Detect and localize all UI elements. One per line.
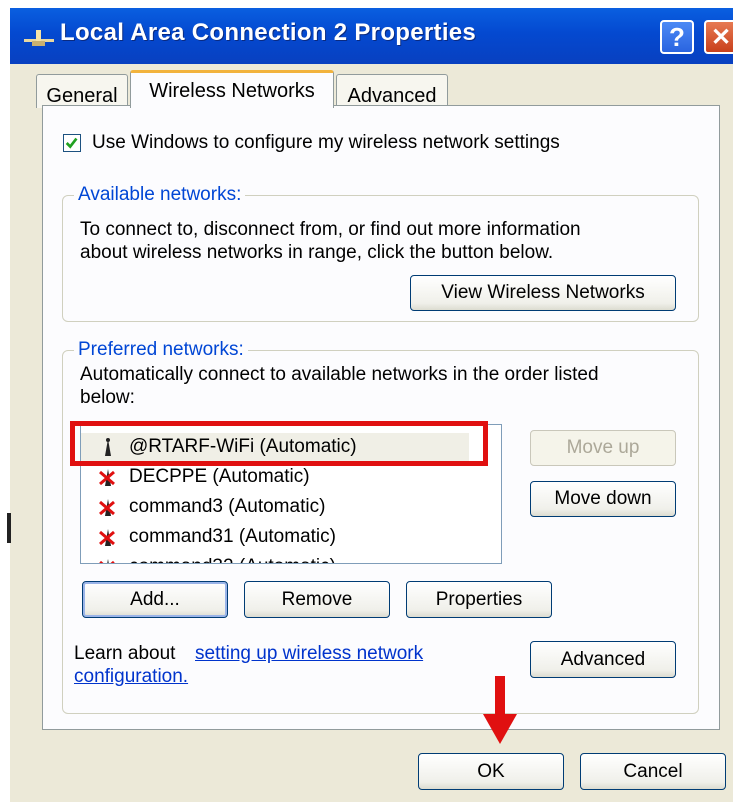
network-connection-icon [24,30,54,46]
use-windows-label[interactable]: Use Windows to configure my wireless net… [92,132,560,154]
wireless-network-unavailable-icon [97,526,119,548]
tab-wireless-networks-label: Wireless Networks [149,80,315,102]
network-name: command3 (Automatic) [129,496,326,517]
available-networks-text-1: To connect to, disconnect from, or find … [80,219,581,240]
use-windows-checkbox[interactable] [63,134,81,152]
move-down-button[interactable]: Move down [530,481,676,517]
learn-about-text: Learn about [74,643,176,664]
view-wireless-networks-button[interactable]: View Wireless Networks [410,275,676,311]
close-icon: ✕ [710,23,732,51]
wireless-network-unavailable-icon [97,496,119,518]
network-name: DECPPE (Automatic) [129,466,310,487]
annotation-arrow-icon [483,676,517,744]
tab-general[interactable]: General [36,74,128,108]
advanced-button[interactable]: Advanced [530,641,676,678]
tab-general-label: General [46,85,118,107]
wireless-setup-link[interactable]: setting up wireless network [195,643,423,665]
window-title: Local Area Connection 2 Properties [60,19,477,46]
list-item[interactable]: command31 (Automatic) [81,523,469,551]
remove-button[interactable]: Remove [244,581,390,618]
network-name: command31 (Automatic) [129,526,336,547]
list-item[interactable]: command3 (Automatic) [81,493,469,521]
help-button[interactable]: ? [660,20,694,54]
preferred-networks-text-2: below: [80,387,135,408]
properties-button[interactable]: Properties [406,581,552,618]
available-networks-legend: Available networks: [74,184,246,206]
wireless-setup-link-cont[interactable]: configuration. [74,666,188,688]
title-bar[interactable]: Local Area Connection 2 Properties ? ✕ [10,8,733,64]
checkmark-icon [65,137,78,149]
add-button[interactable]: Add... [82,581,228,618]
list-item[interactable]: DECPPE (Automatic) [81,463,469,491]
ok-button[interactable]: OK [418,753,564,790]
network-name: command32 (Automatic) [129,556,336,563]
wireless-network-unavailable-icon [97,556,119,563]
window-edge-mark [7,513,11,543]
highlight-annotation-box [70,421,488,466]
tab-advanced-label: Advanced [347,85,437,107]
preferred-networks-text-1: Automatically connect to available netwo… [80,364,599,385]
tab-advanced[interactable]: Advanced [336,74,448,108]
cancel-button[interactable]: Cancel [580,753,726,790]
help-icon: ? [669,21,685,52]
tab-wireless-networks[interactable]: Wireless Networks [130,70,334,108]
move-up-button[interactable]: Move up [530,430,676,466]
preferred-networks-legend: Preferred networks: [74,339,248,361]
available-networks-text-2: about wireless networks in range, click … [80,242,554,263]
close-button[interactable]: ✕ [704,20,733,54]
list-item[interactable]: command32 (Automatic) [81,553,469,563]
wireless-network-unavailable-icon [97,466,119,488]
